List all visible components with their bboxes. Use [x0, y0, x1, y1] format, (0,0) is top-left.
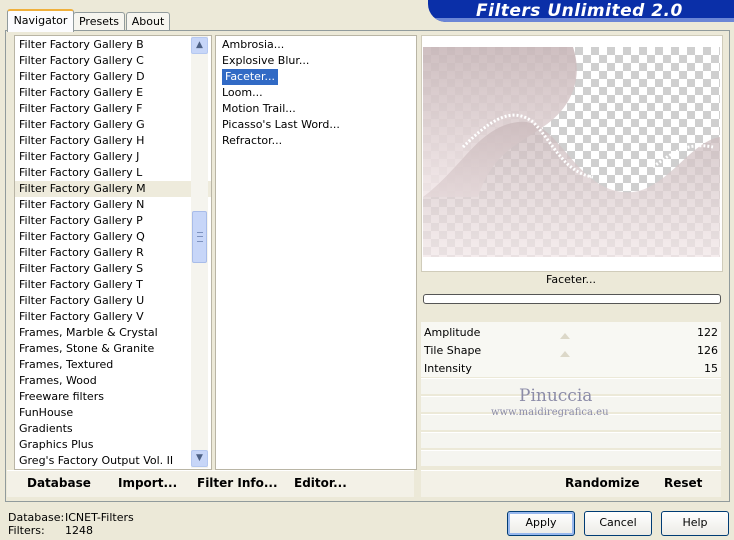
category-item[interactable]: Filter Factory Gallery H — [15, 133, 211, 149]
category-item[interactable]: Filter Factory Gallery V — [15, 309, 211, 325]
filter-item[interactable]: Loom... — [222, 85, 416, 101]
filter-item-label: Picasso's Last Word... — [222, 118, 340, 131]
category-item[interactable]: Gradients — [15, 421, 211, 437]
category-item[interactable]: Freeware filters — [15, 389, 211, 405]
category-scrollbar[interactable]: ▲ ▼ — [191, 36, 208, 468]
filter-list[interactable]: Ambrosia... Explosive Blur... Faceter... Lo… — [215, 35, 417, 470]
category-item[interactable]: Filter Factory Gallery P — [15, 213, 211, 229]
filter-item-label: Refractor... — [222, 134, 283, 147]
title-banner: Filters Unlimited 2.0 — [428, 0, 734, 22]
category-item[interactable]: Filter Factory Gallery E — [15, 85, 211, 101]
apply-button[interactable]: Apply — [507, 511, 575, 536]
param-name: Amplitude — [424, 326, 481, 339]
watermark-name: Pinuccia — [519, 386, 593, 406]
category-item[interactable]: Filter Factory Gallery M — [15, 181, 211, 197]
category-item[interactable]: Filter Factory Gallery B — [15, 37, 211, 53]
filters-value: 1248 — [65, 524, 93, 537]
param-amplitude[interactable]: Amplitude 122 — [421, 324, 721, 342]
filters-label: Filters: — [8, 524, 45, 537]
param-slot — [421, 450, 721, 466]
category-item[interactable]: Filter Factory Gallery Q — [15, 229, 211, 245]
category-item[interactable]: Filter Factory Gallery N — [15, 197, 211, 213]
filter-item[interactable]: Refractor... — [222, 133, 416, 149]
filter-item[interactable]: Ambrosia... — [222, 37, 416, 53]
param-name: Intensity — [424, 362, 472, 375]
database-status: Database: ICNET-Filters — [8, 511, 134, 524]
tab-about[interactable]: About — [126, 12, 170, 30]
param-name: Tile Shape — [424, 344, 482, 357]
preview-image[interactable] — [423, 47, 720, 257]
database-value: ICNET-Filters — [65, 511, 134, 524]
tab-presets[interactable]: Presets — [73, 12, 125, 30]
param-value: 126 — [697, 344, 718, 357]
category-item[interactable]: Filter Factory Gallery U — [15, 293, 211, 309]
category-item[interactable]: Filter Factory Gallery T — [15, 277, 211, 293]
category-item[interactable]: Filter Factory Gallery D — [15, 69, 211, 85]
filter-info-button[interactable]: Filter Info... — [197, 476, 278, 490]
param-intensity[interactable]: Intensity 15 — [421, 360, 721, 378]
randomize-button[interactable]: Randomize — [565, 476, 639, 490]
database-label: Database: — [8, 511, 65, 524]
param-slot — [421, 432, 721, 448]
category-item[interactable]: Frames, Marble & Crystal — [15, 325, 211, 341]
help-button[interactable]: Help — [661, 511, 729, 536]
category-list[interactable]: Filter Factory Gallery B Filter Factory G… — [14, 35, 212, 470]
filter-item[interactable]: Faceter... — [222, 69, 416, 85]
filter-item-label: Explosive Blur... — [222, 54, 310, 67]
scroll-thumb[interactable] — [192, 211, 207, 263]
category-item[interactable]: Filter Factory Gallery G — [15, 117, 211, 133]
filter-item-label: Loom... — [222, 86, 263, 99]
filter-item[interactable]: Explosive Blur... — [222, 53, 416, 69]
filter-item[interactable]: Motion Trail... — [222, 101, 416, 117]
param-value: 15 — [704, 362, 718, 375]
scroll-up-button[interactable]: ▲ — [191, 37, 208, 54]
editor-button[interactable]: Editor... — [294, 476, 347, 490]
filter-item-label: Faceter... — [222, 69, 278, 85]
category-item[interactable]: Filter Factory Gallery L — [15, 165, 211, 181]
param-tile-shape[interactable]: Tile Shape 126 — [421, 342, 721, 360]
param-value: 122 — [697, 326, 718, 339]
database-button[interactable]: Database — [27, 476, 91, 490]
category-item[interactable]: Frames, Stone & Granite — [15, 341, 211, 357]
filter-item-label: Ambrosia... — [222, 38, 285, 51]
watermark-url: www.maidiregrafica.eu — [491, 407, 609, 418]
category-item[interactable]: Filter Factory Gallery C — [15, 53, 211, 69]
progress-bar — [423, 294, 721, 304]
filters-status: Filters: 1248 — [8, 524, 93, 537]
category-item[interactable]: Frames, Textured — [15, 357, 211, 373]
category-item[interactable]: Frames, Wood — [15, 373, 211, 389]
preview-image-art — [423, 47, 720, 257]
category-item[interactable]: Filter Factory Gallery S — [15, 261, 211, 277]
category-item[interactable]: Filter Factory Gallery F — [15, 101, 211, 117]
filter-item[interactable]: Picasso's Last Word... — [222, 117, 416, 133]
scroll-down-button[interactable]: ▼ — [191, 450, 208, 467]
category-item[interactable]: Graphics Plus — [15, 437, 211, 453]
cancel-button[interactable]: Cancel — [584, 511, 652, 536]
reset-button[interactable]: Reset — [664, 476, 702, 490]
category-item[interactable]: Filter Factory Gallery J — [15, 149, 211, 165]
category-item[interactable]: FunHouse — [15, 405, 211, 421]
tab-navigator[interactable]: Navigator — [7, 9, 74, 32]
category-item[interactable]: Greg's Factory Output Vol. II — [15, 453, 211, 469]
import-button[interactable]: Import... — [118, 476, 177, 490]
category-item[interactable]: Filter Factory Gallery R — [15, 245, 211, 261]
app-title: Filters Unlimited 2.0 — [476, 1, 683, 21]
filter-item-label: Motion Trail... — [222, 102, 296, 115]
current-filter-label: Faceter... — [546, 273, 596, 286]
